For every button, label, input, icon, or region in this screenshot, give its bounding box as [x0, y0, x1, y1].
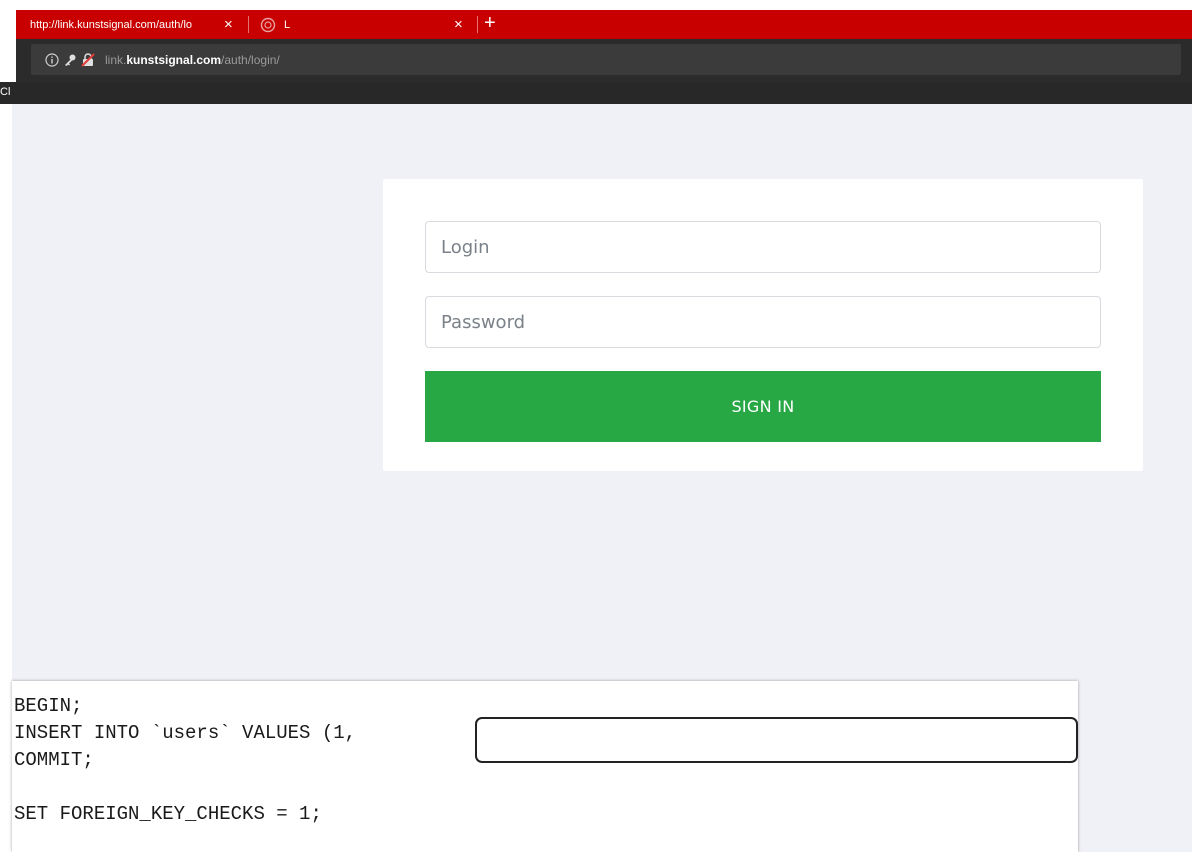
bookmarks-bar: Cl: [0, 82, 1192, 104]
tab-title: L: [284, 18, 291, 31]
window-edge: [0, 0, 16, 42]
password-input[interactable]: [425, 296, 1101, 348]
tab-separator: [248, 16, 249, 33]
tab-active[interactable]: http://link.kunstsignal.com/auth/lo ×: [16, 10, 244, 39]
sql-line: COMMIT;: [14, 749, 94, 771]
tab-bar: http://link.kunstsignal.com/auth/lo × L …: [16, 10, 1192, 39]
url-text: link.kunstsignal.com/auth/login/: [105, 52, 280, 67]
address-bar[interactable]: link.kunstsignal.com/auth/login/: [31, 44, 1181, 75]
site-favicon-icon: [260, 17, 276, 32]
tab-inactive[interactable]: L ×: [256, 10, 474, 39]
tab-close-icon[interactable]: ×: [454, 10, 463, 39]
tab-separator: [477, 16, 478, 33]
browser-chrome: http://link.kunstsignal.com/auth/lo × L …: [0, 0, 1192, 104]
sql-line: INSERT INTO `users` VALUES (1,: [14, 722, 357, 744]
tab-close-icon[interactable]: ×: [224, 10, 233, 39]
sql-line: BEGIN;: [14, 695, 83, 717]
navigation-toolbar: link.kunstsignal.com/auth/login/: [16, 39, 1192, 82]
insecure-lock-icon[interactable]: [81, 52, 95, 67]
tab-title: http://link.kunstsignal.com/auth/lo: [30, 18, 193, 31]
info-icon[interactable]: [45, 52, 59, 67]
sign-in-button[interactable]: SIGN IN: [425, 371, 1101, 442]
login-input[interactable]: [425, 221, 1101, 273]
sql-snippet: BEGIN; INSERT INTO `users` VALUES (1, CO…: [12, 681, 1078, 852]
key-icon[interactable]: [63, 53, 77, 67]
sql-line: SET FOREIGN_KEY_CHECKS = 1;: [14, 803, 322, 825]
login-card: SIGN IN: [383, 179, 1143, 471]
redacted-values-box: [475, 717, 1078, 763]
bookmark-item[interactable]: Cl: [0, 86, 10, 98]
new-tab-button[interactable]: +: [484, 10, 496, 39]
